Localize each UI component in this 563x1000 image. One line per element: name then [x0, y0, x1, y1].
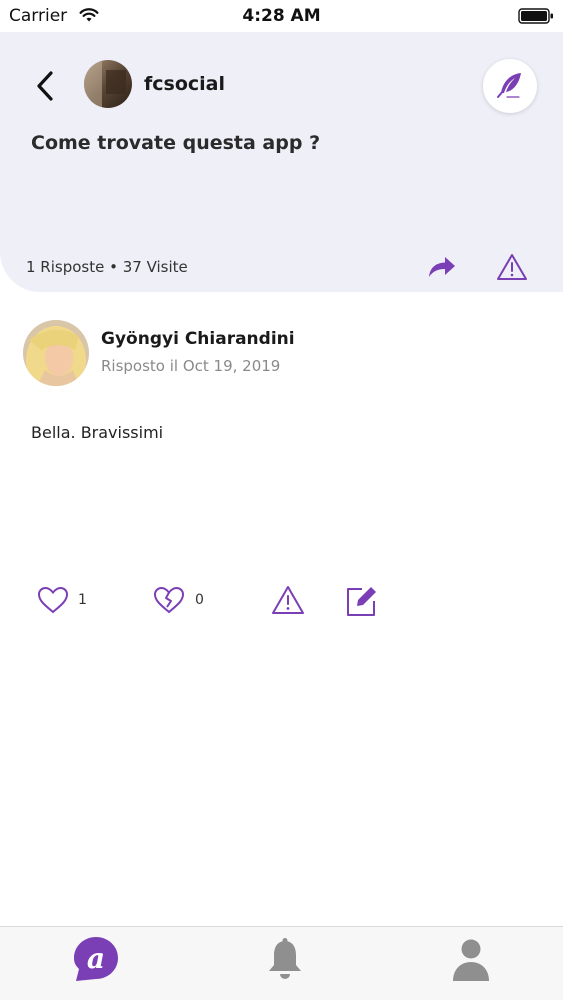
chevron-left-icon [37, 71, 53, 101]
dislike-count: 0 [195, 592, 204, 608]
share-button[interactable] [424, 251, 460, 283]
question-header: fcsocial Come trovate questa app ? 1 Ris… [0, 32, 563, 292]
warning-icon [497, 254, 527, 280]
warning-icon [272, 586, 304, 614]
answer-author-avatar[interactable] [23, 320, 89, 386]
bottom-tab-bar: a [0, 926, 563, 1000]
answer-actions: 1 0 [0, 585, 563, 621]
battery-icon [518, 8, 554, 28]
asker-avatar[interactable] [84, 60, 132, 108]
clock: 4:28 AM [242, 6, 321, 26]
answer-date: Risposto il Oct 19, 2019 [101, 357, 281, 375]
status-bar: Carrier 4:28 AM [0, 0, 563, 32]
share-icon [429, 257, 455, 277]
like-button[interactable]: 1 [36, 585, 87, 615]
app-logo-icon: a [74, 937, 118, 981]
write-answer-button[interactable] [483, 59, 537, 113]
tab-profile[interactable] [441, 934, 501, 984]
heart-icon [37, 586, 69, 614]
user-icon [453, 939, 489, 981]
dislike-button[interactable]: 0 [151, 585, 204, 615]
broken-heart-icon [153, 586, 185, 614]
answer-text: Bella. Bravissimi [31, 423, 164, 442]
asker-name[interactable]: fcsocial [144, 73, 225, 95]
tab-notifications[interactable] [255, 934, 315, 984]
svg-text:a: a [87, 942, 105, 975]
question-stats: 1 Risposte • 37 Visite [26, 258, 188, 276]
edit-icon [347, 587, 376, 616]
bell-icon [269, 938, 301, 979]
edit-answer-button[interactable] [344, 585, 378, 621]
back-button[interactable] [30, 68, 60, 104]
tab-home[interactable]: a [66, 934, 126, 984]
report-answer-button[interactable] [271, 585, 305, 619]
quill-icon [497, 73, 521, 98]
report-question-button[interactable] [494, 251, 530, 283]
answer-author-name[interactable]: Gyöngyi Chiarandini [101, 329, 295, 349]
like-count: 1 [78, 592, 87, 608]
question-title: Come trovate questa app ? [31, 132, 321, 154]
